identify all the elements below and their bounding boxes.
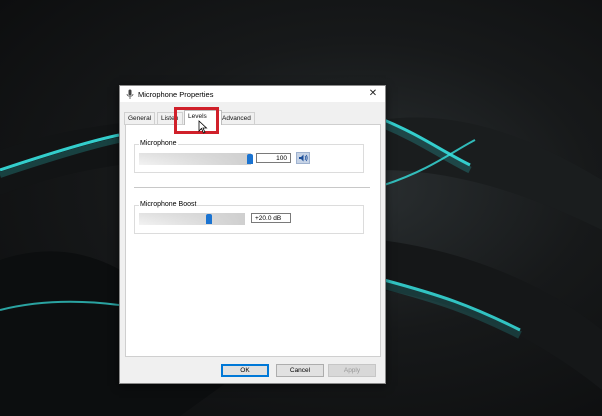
microphone-slider[interactable] [139, 153, 253, 165]
tab-strip: General Listen Levels Advanced [124, 110, 380, 125]
mute-button[interactable] [296, 152, 310, 164]
microphone-boost-group: Microphone Boost +20.0 dB [134, 201, 364, 234]
microphone-properties-dialog: Microphone Properties ✕ General Listen L… [119, 85, 386, 384]
microphone-boost-slider-thumb[interactable] [206, 214, 212, 224]
ok-button[interactable]: OK [221, 364, 269, 377]
microphone-label: Microphone [139, 140, 178, 147]
microphone-boost-value: +20.0 dB [251, 213, 291, 223]
close-icon[interactable]: ✕ [367, 88, 379, 100]
title-bar[interactable]: Microphone Properties ✕ [120, 86, 385, 102]
dialog-title: Microphone Properties [138, 90, 214, 99]
speaker-icon [299, 154, 308, 162]
microphone-boost-label: Microphone Boost [139, 201, 198, 208]
section-separator [134, 187, 370, 188]
microphone-boost-slider-fill [139, 213, 245, 225]
levels-tab-pane: Microphone 100 Microphone Boost +20.0 dB [125, 124, 381, 357]
microphone-boost-slider[interactable] [139, 213, 245, 225]
levels-tab-highlight [174, 107, 219, 134]
mouse-cursor-icon [198, 120, 208, 134]
microphone-icon [126, 89, 134, 99]
microphone-group: Microphone 100 [134, 140, 364, 173]
microphone-slider-thumb[interactable] [247, 154, 253, 164]
microphone-slider-fill [139, 153, 251, 165]
microphone-level-value[interactable]: 100 [256, 153, 291, 163]
cancel-button[interactable]: Cancel [276, 364, 324, 377]
apply-button[interactable]: Apply [328, 364, 376, 377]
